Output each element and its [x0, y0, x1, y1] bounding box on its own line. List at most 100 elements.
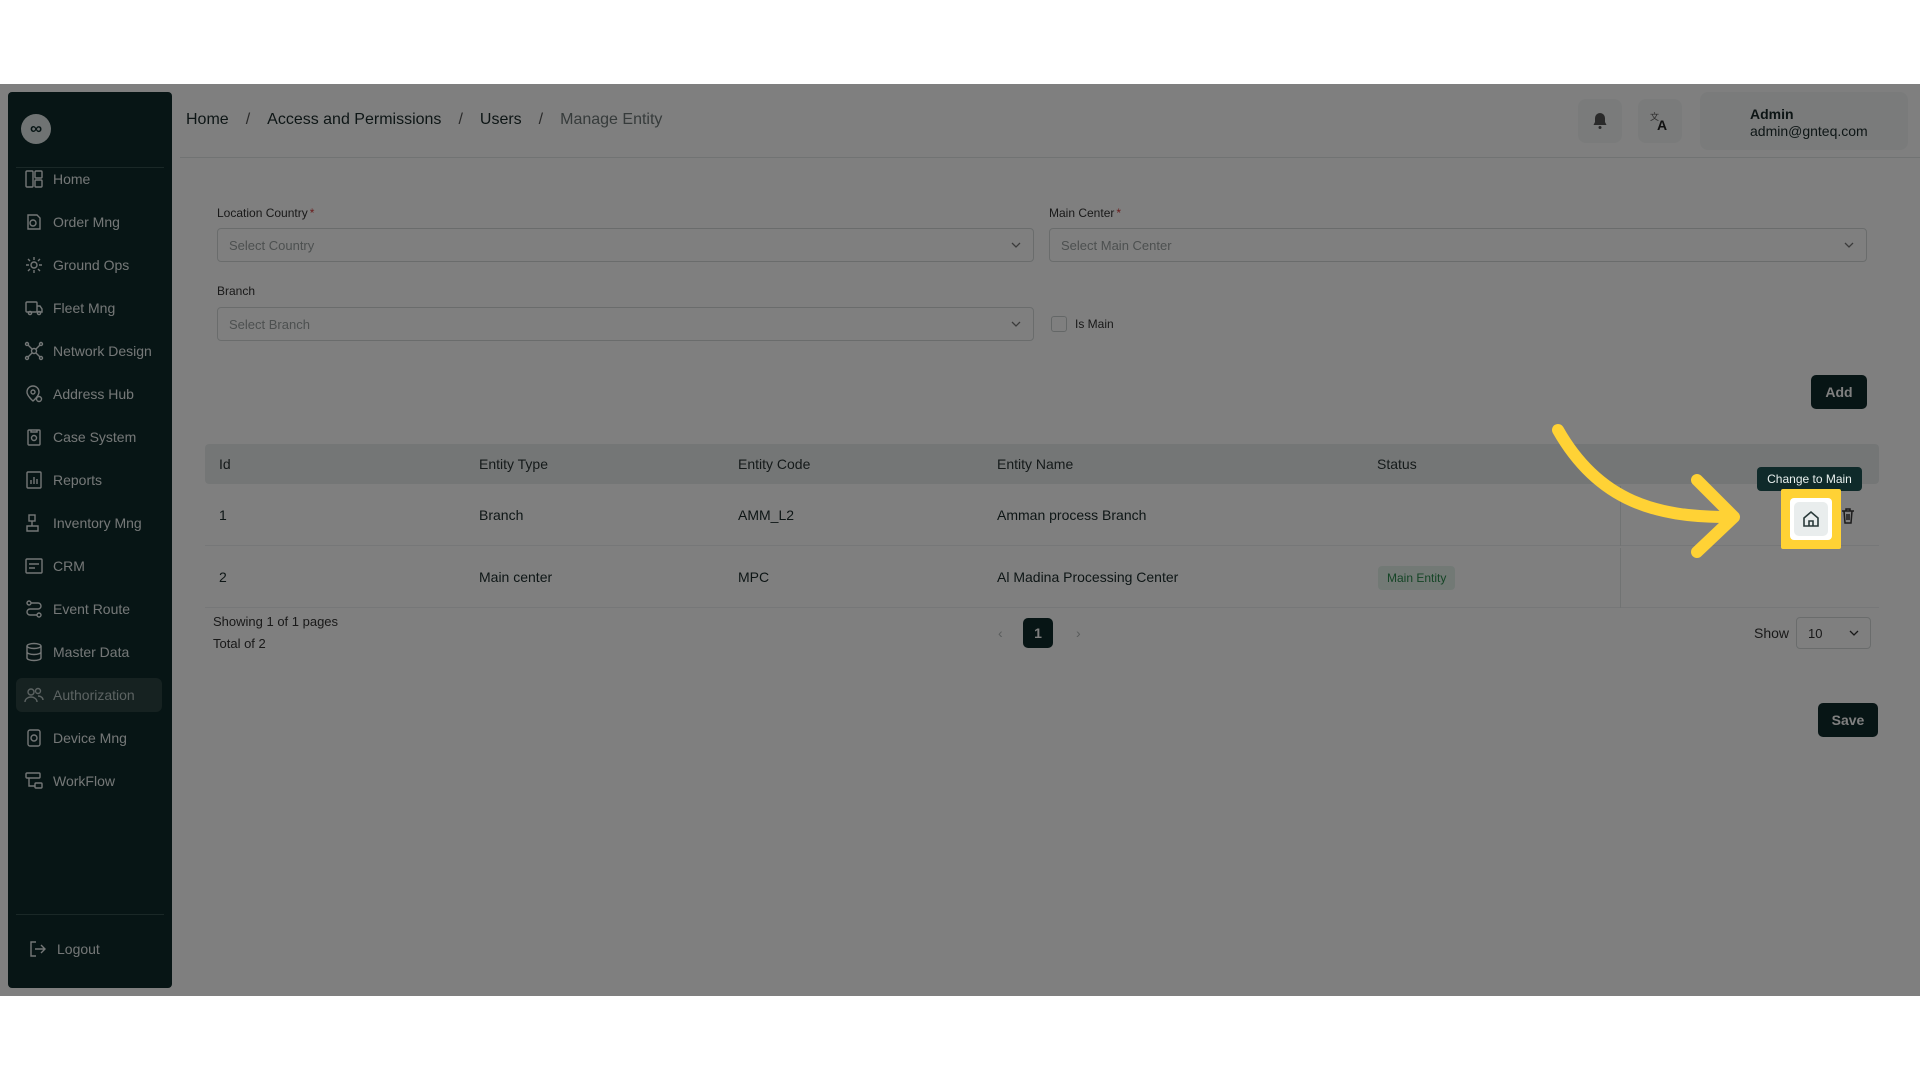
- users-icon: [24, 687, 44, 703]
- breadcrumb-current: Manage Entity: [560, 111, 663, 128]
- is-main-checkbox[interactable]: [1051, 316, 1067, 332]
- sidebar-item-label: Event Route: [53, 601, 131, 617]
- sidebar-item-label: Home: [53, 171, 91, 187]
- save-button[interactable]: Save: [1818, 703, 1878, 737]
- header-id: Id: [219, 456, 231, 472]
- workflow-icon: [25, 772, 43, 789]
- next-page-button[interactable]: ›: [1076, 625, 1081, 641]
- tooltip: Change to Main: [1757, 467, 1862, 491]
- chevron-down-icon: [1011, 321, 1021, 327]
- page-1-button[interactable]: 1: [1023, 618, 1053, 648]
- sidebar-item-event-route[interactable]: Event Route: [16, 592, 162, 626]
- sidebar-item-order-mng[interactable]: Order Mng: [16, 205, 162, 239]
- network-icon: [24, 341, 44, 361]
- bell-icon: [1593, 113, 1607, 129]
- language-button[interactable]: 文A: [1638, 99, 1682, 143]
- branch-label: Branch: [217, 284, 256, 298]
- header-entity-name: Entity Name: [997, 456, 1074, 472]
- country-placeholder: Select Country: [229, 237, 315, 253]
- logout-button[interactable]: Logout: [20, 932, 166, 966]
- cell-entity-name: Al Madina Processing Center: [997, 569, 1179, 585]
- breadcrumb: Home / Access and Permissions / Users / …: [186, 111, 662, 129]
- sidebar-divider: [16, 914, 164, 915]
- sidebar-item-label: WorkFlow: [53, 773, 115, 789]
- cell-id: 2: [219, 569, 227, 585]
- sidebar-item-fleet-mng[interactable]: Fleet Mng: [16, 291, 162, 325]
- branch-select[interactable]: Select Branch: [217, 307, 1034, 341]
- sidebar-item-reports[interactable]: Reports: [16, 463, 162, 497]
- chevron-down-icon: [1844, 242, 1854, 248]
- sidebar-item-label: Master Data: [53, 644, 130, 660]
- country-label: Location Country *: [217, 206, 315, 220]
- sidebar-item-inventory-mng[interactable]: Inventory Mng: [16, 506, 162, 540]
- table-header: Id Entity Type Entity Code Entity Name S…: [205, 444, 1879, 484]
- sidebar-item-home[interactable]: Home: [16, 162, 162, 196]
- delete-icon[interactable]: [1840, 507, 1856, 525]
- page-size-value: 10: [1808, 625, 1823, 641]
- page-size-label: Show: [1754, 625, 1790, 641]
- sidebar-item-network-design[interactable]: Network Design: [16, 334, 162, 368]
- is-main-label: Is Main: [1075, 317, 1114, 331]
- cell-entity-type: Main center: [479, 569, 553, 585]
- breadcrumb-access-permissions[interactable]: Access and Permissions: [267, 111, 441, 129]
- cell-entity-name: Amman process Branch: [997, 507, 1147, 523]
- main-center-select[interactable]: Select Main Center: [1049, 228, 1867, 262]
- sidebar-item-label: Device Mng: [53, 730, 127, 746]
- country-select[interactable]: Select Country: [217, 228, 1034, 262]
- app-frame: ∞ Home Order Mng Ground Ops Fleet Mng Ne…: [0, 84, 1920, 996]
- top-header: Home / Access and Permissions / Users / …: [180, 84, 1920, 158]
- logout-label: Logout: [57, 941, 100, 957]
- location-icon: [26, 385, 43, 403]
- route-icon: [26, 600, 42, 618]
- inventory-icon: [26, 514, 39, 532]
- user-email: admin@gnteq.com: [1750, 123, 1868, 139]
- crm-icon: [25, 558, 43, 574]
- add-button[interactable]: Add: [1811, 375, 1867, 409]
- breadcrumb-separator: /: [538, 111, 544, 128]
- sidebar-item-crm[interactable]: CRM: [16, 549, 162, 583]
- sidebar-item-ground-ops[interactable]: Ground Ops: [16, 248, 162, 282]
- sidebar-item-authorization[interactable]: Authorization: [16, 678, 162, 712]
- table-row: 2 Main center MPC Al Madina Processing C…: [205, 548, 1879, 608]
- breadcrumb-home[interactable]: Home: [186, 111, 229, 129]
- sidebar-item-label: CRM: [53, 558, 85, 574]
- app-logo[interactable]: ∞: [21, 114, 51, 144]
- change-to-main-button[interactable]: [1790, 498, 1832, 540]
- prev-page-button[interactable]: ‹: [998, 625, 1003, 641]
- breadcrumb-users[interactable]: Users: [480, 111, 522, 129]
- breadcrumb-separator: /: [458, 111, 463, 128]
- main-center-placeholder: Select Main Center: [1061, 237, 1172, 253]
- pagination-total: Total of 2: [213, 636, 266, 651]
- chevron-down-icon: [1011, 242, 1021, 248]
- order-icon: [27, 214, 41, 230]
- sidebar-item-address-hub[interactable]: Address Hub: [16, 377, 162, 411]
- column-divider: [1620, 548, 1621, 608]
- sidebar-item-workflow[interactable]: WorkFlow: [16, 764, 162, 798]
- notifications-button[interactable]: [1578, 99, 1622, 143]
- sidebar-item-label: Fleet Mng: [53, 300, 116, 316]
- device-icon: [27, 729, 41, 747]
- user-name: Admin: [1750, 106, 1794, 122]
- sidebar-item-label: Case System: [53, 429, 137, 445]
- truck-icon: [25, 301, 43, 316]
- page-size-select[interactable]: 10: [1796, 617, 1871, 649]
- cell-id: 1: [219, 507, 227, 523]
- sidebar-item-master-data[interactable]: Master Data: [16, 635, 162, 669]
- main-center-label: Main Center *: [1049, 206, 1122, 220]
- ground-ops-icon: [26, 257, 42, 273]
- cell-entity-code: MPC: [738, 569, 770, 585]
- user-profile[interactable]: Admin admin@gnteq.com: [1700, 92, 1908, 150]
- header-status: Status: [1377, 456, 1417, 472]
- svg-text:A: A: [1657, 117, 1667, 133]
- case-icon: [27, 429, 41, 446]
- sidebar-item-label: Authorization: [53, 687, 135, 703]
- cell-entity-type: Branch: [479, 507, 524, 523]
- sidebar-item-label: Network Design: [53, 343, 152, 359]
- header-entity-type: Entity Type: [479, 456, 549, 472]
- database-icon: [26, 642, 42, 662]
- sidebar-item-label: Order Mng: [53, 214, 120, 230]
- sidebar-item-device-mng[interactable]: Device Mng: [16, 721, 162, 755]
- sidebar-item-case-system[interactable]: Case System: [16, 420, 162, 454]
- branch-placeholder: Select Branch: [229, 316, 310, 332]
- sidebar: ∞ Home Order Mng Ground Ops Fleet Mng Ne…: [8, 92, 172, 988]
